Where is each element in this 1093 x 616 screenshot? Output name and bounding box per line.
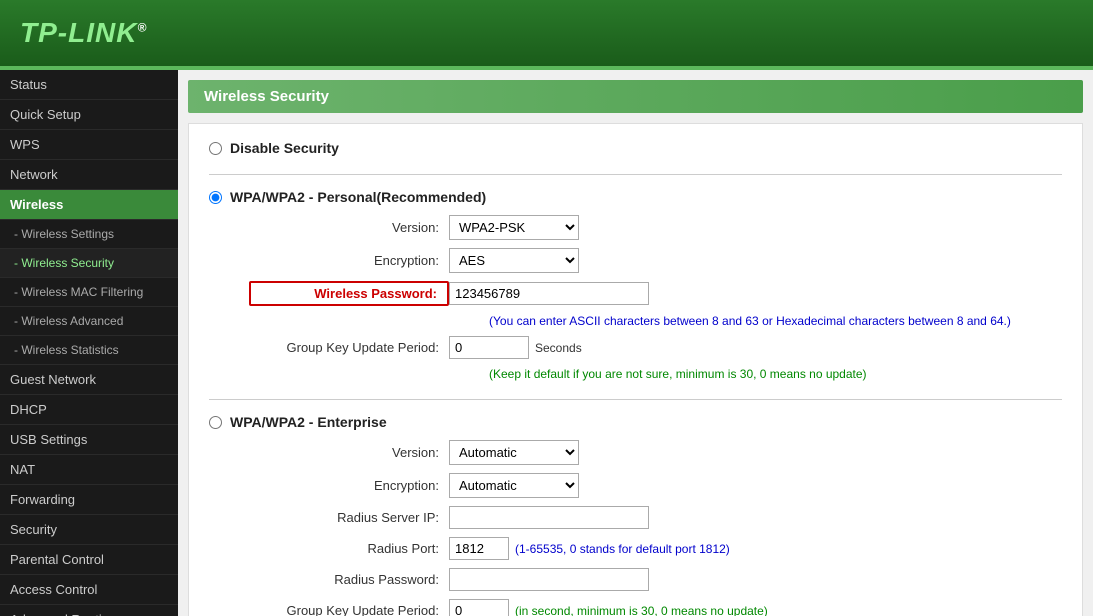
wpa-enterprise-radius-pw-input[interactable]: [449, 568, 649, 591]
wpa-enterprise-radius-port-row: Radius Port: (1-65535, 0 stands for defa…: [249, 537, 1062, 560]
disable-security-row: Disable Security: [209, 140, 1062, 156]
wpa-enterprise-version-select[interactable]: Automatic WPA WPA2: [449, 440, 579, 465]
wpa-personal-form: Version: WPA2-PSK WPA-PSK Automatic Encr…: [249, 215, 1062, 381]
wpa-personal-password-row: Wireless Password:: [249, 281, 1062, 306]
sidebar-item-access-control[interactable]: Access Control: [0, 575, 178, 605]
wpa-enterprise-groupkey-hint: (in second, minimum is 30, 0 means no up…: [515, 604, 768, 616]
wpa-enterprise-groupkey-input[interactable]: [449, 599, 509, 616]
logo: TP-LINK®: [20, 17, 147, 49]
disable-security-label[interactable]: Disable Security: [230, 140, 339, 156]
content-inner: Disable Security WPA/WPA2 - Personal(Rec…: [188, 123, 1083, 616]
content-area: Wireless Security Disable Security WPA/W…: [178, 70, 1093, 616]
wpa-enterprise-row: WPA/WPA2 - Enterprise: [209, 414, 1062, 430]
wpa-enterprise-radius-pw-row: Radius Password:: [249, 568, 1062, 591]
wpa-personal-groupkey-label: Group Key Update Period:: [249, 340, 449, 355]
wpa-personal-groupkey-input[interactable]: [449, 336, 529, 359]
sidebar-item-wireless-statistics[interactable]: - Wireless Statistics: [0, 336, 178, 365]
divider-2: [209, 399, 1062, 400]
wpa-enterprise-encryption-label: Encryption:: [249, 478, 449, 493]
wpa-personal-groupkey-hint: (Keep it default if you are not sure, mi…: [489, 367, 1062, 381]
sidebar-item-advanced-routing[interactable]: Advanced Routing: [0, 605, 178, 616]
sidebar: StatusQuick SetupWPSNetworkWireless- Wir…: [0, 70, 178, 616]
wpa-personal-encryption-select[interactable]: AES TKIP Automatic: [449, 248, 579, 273]
header: TP-LINK®: [0, 0, 1093, 70]
sidebar-item-wps[interactable]: WPS: [0, 130, 178, 160]
page-title: Wireless Security: [188, 80, 1083, 113]
sidebar-item-dhcp[interactable]: DHCP: [0, 395, 178, 425]
sidebar-item-wireless-security[interactable]: - Wireless Security: [0, 249, 178, 278]
wpa-enterprise-radius-pw-label: Radius Password:: [249, 572, 449, 587]
sidebar-item-wireless-advanced[interactable]: - Wireless Advanced: [0, 307, 178, 336]
sidebar-item-status[interactable]: Status: [0, 70, 178, 100]
wpa-enterprise-radius-ip-input[interactable]: [449, 506, 649, 529]
wpa-personal-groupkey-unit: Seconds: [535, 341, 582, 355]
wpa-personal-password-hint: (You can enter ASCII characters between …: [489, 314, 1062, 328]
wpa-enterprise-groupkey-row: Group Key Update Period: (in second, min…: [249, 599, 1062, 616]
wpa-enterprise-radio[interactable]: [209, 416, 222, 429]
sidebar-item-parental-control[interactable]: Parental Control: [0, 545, 178, 575]
sidebar-item-wireless-settings[interactable]: - Wireless Settings: [0, 220, 178, 249]
logo-reg: ®: [137, 21, 147, 35]
main-layout: StatusQuick SetupWPSNetworkWireless- Wir…: [0, 70, 1093, 616]
sidebar-item-wireless[interactable]: Wireless: [0, 190, 178, 220]
divider-1: [209, 174, 1062, 175]
wpa-personal-encryption-row: Encryption: AES TKIP Automatic: [249, 248, 1062, 273]
wpa-enterprise-radius-port-hint: (1-65535, 0 stands for default port 1812…: [515, 542, 730, 556]
logo-text: TP-LINK: [20, 17, 137, 48]
wpa-enterprise-section: WPA/WPA2 - Enterprise Version: Automatic…: [209, 414, 1062, 616]
sidebar-item-quick-setup[interactable]: Quick Setup: [0, 100, 178, 130]
sidebar-item-security[interactable]: Security: [0, 515, 178, 545]
wpa-enterprise-encryption-row: Encryption: Automatic TKIP AES: [249, 473, 1062, 498]
wpa-enterprise-radius-ip-label: Radius Server IP:: [249, 510, 449, 525]
wpa-personal-groupkey-row: Group Key Update Period: Seconds: [249, 336, 1062, 359]
wpa-personal-label[interactable]: WPA/WPA2 - Personal(Recommended): [230, 189, 486, 205]
wpa-enterprise-radius-port-label: Radius Port:: [249, 541, 449, 556]
wpa-personal-version-label: Version:: [249, 220, 449, 235]
sidebar-item-guest-network[interactable]: Guest Network: [0, 365, 178, 395]
wpa-enterprise-label[interactable]: WPA/WPA2 - Enterprise: [230, 414, 387, 430]
sidebar-item-forwarding[interactable]: Forwarding: [0, 485, 178, 515]
wpa-personal-radio[interactable]: [209, 191, 222, 204]
wpa-enterprise-groupkey-label: Group Key Update Period:: [249, 603, 449, 616]
wpa-personal-encryption-label: Encryption:: [249, 253, 449, 268]
sidebar-item-nat[interactable]: NAT: [0, 455, 178, 485]
wpa-enterprise-radius-ip-row: Radius Server IP:: [249, 506, 1062, 529]
sidebar-item-wireless-mac-filtering[interactable]: - Wireless MAC Filtering: [0, 278, 178, 307]
sidebar-item-usb-settings[interactable]: USB Settings: [0, 425, 178, 455]
disable-security-section: Disable Security: [209, 140, 1062, 156]
sidebar-item-network[interactable]: Network: [0, 160, 178, 190]
wpa-personal-version-row: Version: WPA2-PSK WPA-PSK Automatic: [249, 215, 1062, 240]
wpa-personal-version-select[interactable]: WPA2-PSK WPA-PSK Automatic: [449, 215, 579, 240]
wpa-personal-row: WPA/WPA2 - Personal(Recommended): [209, 189, 1062, 205]
wpa-enterprise-version-row: Version: Automatic WPA WPA2: [249, 440, 1062, 465]
wpa-enterprise-encryption-select[interactable]: Automatic TKIP AES: [449, 473, 579, 498]
wpa-personal-section: WPA/WPA2 - Personal(Recommended) Version…: [209, 189, 1062, 381]
wpa-enterprise-version-label: Version:: [249, 445, 449, 460]
disable-security-radio[interactable]: [209, 142, 222, 155]
wpa-enterprise-form: Version: Automatic WPA WPA2 Encryption: …: [249, 440, 1062, 616]
wpa-personal-password-label: Wireless Password:: [249, 281, 449, 306]
wpa-enterprise-radius-port-input[interactable]: [449, 537, 509, 560]
wpa-personal-password-input[interactable]: [449, 282, 649, 305]
